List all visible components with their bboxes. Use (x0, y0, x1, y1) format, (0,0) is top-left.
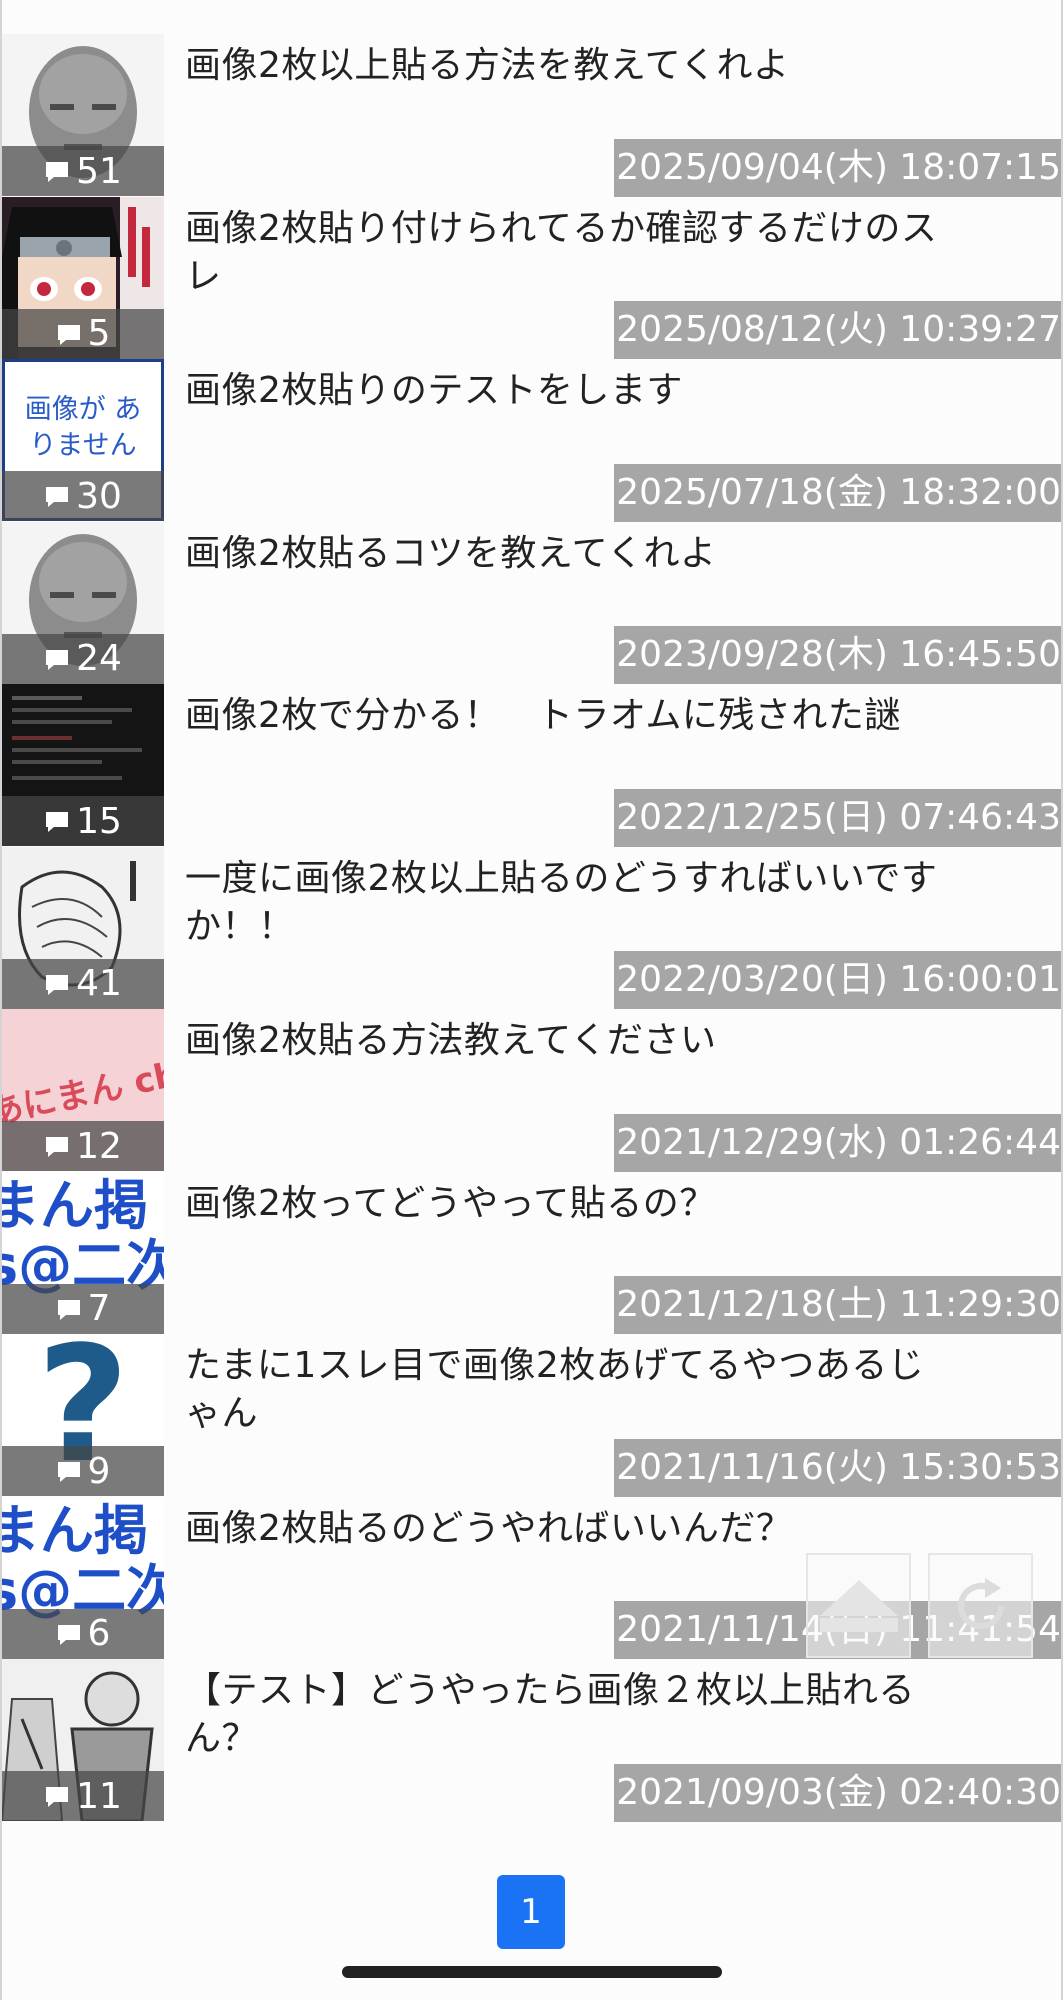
comment-bubble-icon (46, 649, 69, 670)
reply-count-badge: 5 (2, 308, 164, 359)
thread-thumbnail[interactable]: 24 (2, 521, 164, 684)
thread-title[interactable]: 画像2枚ってどうやって貼るの？ (185, 1180, 945, 1228)
reload-icon (957, 1577, 1004, 1629)
comment-bubble-icon (44, 973, 70, 995)
thread-item[interactable]: 画像が ありません 30 画像2枚貼りのテストをします 2025/07/18(金) 1… (0, 359, 1063, 522)
thread-thumbnail[interactable]: まん掲 s@二次 7 (2, 1171, 164, 1334)
reply-count-badge: 15 (2, 796, 164, 846)
thread-date: 2023/09/28(木) 16:45:50 (614, 626, 1061, 684)
thread-date: 2021/12/18(土) 11:29:30 (614, 1276, 1061, 1334)
thread-item[interactable]: まん掲 s@二次 7 画像2枚ってどうやって貼るの？ 2021/12/18(土) 11… (0, 1171, 1063, 1334)
thread-item[interactable]: 41 一度に画像2枚以上貼るのどうすればいいですか！！ 2022/03/20(日) … (0, 846, 1063, 1009)
thread-thumbnail[interactable]: 11 (2, 1659, 164, 1821)
comment-bubble-icon (56, 323, 82, 345)
thread-item[interactable]: 11 【テスト】どうやったら画像２枚以上貼れるん？ 2021/09/03(金) 02… (0, 1659, 1063, 1822)
reply-count: 15 (76, 800, 122, 842)
thread-list-page: 51 画像2枚以上貼る方法を教えてくれよ 2025/09/04(木) 18:07:1… (0, 0, 1063, 2000)
no-image-text: 画像が ありません (24, 394, 142, 461)
thread-date: 2021/12/29(水) 01:26:44 (614, 1113, 1061, 1172)
thread-item[interactable]: 24 画像2枚貼るコツを教えてくれよ 2023/09/28(木) 16:45:50 (0, 521, 1063, 684)
thread-item[interactable]: 15 画像2枚で分かる！ トラオムに残された謎 2022/12/25(日) 07:4… (0, 684, 1063, 847)
reply-count: 11 (76, 1775, 122, 1817)
thread-thumbnail[interactable]: 51 (2, 34, 164, 196)
thread-item[interactable]: ? 9 たまに1スレ目で画像2枚あげてるやつあるじゃん 2021/11/16(火) 1… (0, 1334, 1063, 1497)
reply-count: 30 (76, 475, 122, 517)
thread-item[interactable]: 5 画像2枚貼り付けられてるか確認するだけのスレ 2025/08/12(火) 10:… (0, 196, 1063, 359)
thread-date: 2025/07/18(金) 18:32:00 (614, 463, 1061, 522)
thread-title[interactable]: 一度に画像2枚以上貼るのどうすればいいですか！！ (185, 855, 945, 951)
thread-item[interactable]: あにまん ch 12 画像2枚貼る方法教えてください 2021/12/29(水) 01… (0, 1009, 1063, 1172)
comment-bubble-icon (46, 162, 69, 182)
reply-count: 6 (87, 1613, 111, 1654)
thread-title[interactable]: 画像2枚で分かる！ トラオムに残された謎 (185, 692, 945, 740)
reply-count: 12 (76, 1125, 122, 1167)
thread-thumbnail[interactable]: 5 (2, 196, 164, 359)
reply-count-badge: 9 (2, 1446, 164, 1496)
reply-count-badge: 12 (2, 1121, 164, 1171)
comment-bubble-icon (46, 487, 69, 507)
comment-bubble-icon (46, 974, 69, 995)
comment-bubble-icon (56, 1623, 82, 1645)
reply-count: 7 (87, 1288, 111, 1329)
thread-item[interactable]: 51 画像2枚以上貼る方法を教えてくれよ 2025/09/04(木) 18:07:1… (0, 34, 1063, 197)
thread-date: 2021/11/16(火) 15:30:53 (614, 1438, 1061, 1497)
thread-title[interactable]: 画像2枚貼るのどうやればいいんだ？ (185, 1505, 945, 1553)
banner-text: まん掲 s@二次 (2, 1498, 164, 1622)
thread-date: 2025/08/12(火) 10:39:27 (614, 301, 1061, 359)
reply-count-badge: 11 (2, 1771, 164, 1821)
comment-bubble-icon (56, 1298, 82, 1320)
thread-title[interactable]: 画像2枚貼る方法教えてください (185, 1017, 945, 1065)
reply-count: 51 (76, 150, 122, 192)
thread-title[interactable]: 画像2枚以上貼る方法を教えてくれよ (185, 42, 945, 90)
comment-bubble-icon (46, 812, 69, 832)
comment-bubble-icon (57, 1624, 80, 1645)
comment-bubble-icon (57, 1462, 80, 1482)
comment-bubble-icon (44, 648, 70, 670)
thread-date: 2025/09/04(木) 18:07:15 (614, 138, 1061, 197)
comment-bubble-icon (46, 1137, 69, 1157)
thread-date: 2021/09/03(金) 02:40:30 (614, 1763, 1061, 1822)
thread-title[interactable]: たまに1スレ目で画像2枚あげてるやつあるじゃん (185, 1342, 945, 1438)
thread-title[interactable]: 画像2枚貼り付けられてるか確認するだけのスレ (185, 205, 945, 301)
comment-bubble-icon (57, 324, 80, 345)
reply-count-badge: 6 (2, 1608, 164, 1659)
comment-bubble-icon (44, 810, 70, 832)
comment-bubble-icon (46, 1787, 69, 1807)
reply-count: 24 (76, 638, 122, 679)
thread-thumbnail[interactable]: まん掲 s@二次 6 (2, 1496, 164, 1659)
banner-text: まん掲 s@二次 (2, 1173, 164, 1297)
reply-count: 41 (76, 963, 122, 1004)
thread-thumbnail[interactable]: あにまん ch 12 (2, 1009, 164, 1171)
reply-count-badge: 41 (2, 958, 164, 1009)
comment-bubble-icon (44, 1785, 70, 1807)
reload-button[interactable] (928, 1553, 1033, 1658)
reply-count-badge: 51 (2, 146, 164, 196)
thread-date: 2022/12/25(日) 07:46:43 (614, 788, 1061, 847)
thread-thumbnail[interactable]: 15 (2, 684, 164, 846)
reply-count: 9 (87, 1450, 111, 1492)
reply-count-badge: 30 (2, 471, 164, 521)
home-indicator (342, 1966, 722, 1978)
thread-thumbnail[interactable]: 41 (2, 846, 164, 1009)
comment-bubble-icon (44, 485, 70, 507)
thread-title[interactable]: 画像2枚貼りのテストをします (185, 367, 945, 415)
thread-thumbnail[interactable]: 画像が ありません 30 (2, 359, 164, 521)
thread-date: 2022/03/20(日) 16:00:01 (614, 951, 1061, 1009)
thread-title[interactable]: 画像2枚貼るコツを教えてくれよ (185, 530, 945, 578)
comment-bubble-icon (44, 1135, 70, 1157)
comment-bubble-icon (44, 160, 70, 182)
comment-bubble-icon (57, 1299, 80, 1320)
comment-bubble-icon (56, 1460, 82, 1482)
thread-title[interactable]: 【テスト】どうやったら画像２枚以上貼れるん？ (185, 1667, 945, 1763)
page-1-button[interactable]: 1 (497, 1875, 565, 1949)
home-up-icon (819, 1579, 898, 1632)
scroll-to-top-button[interactable] (806, 1553, 911, 1658)
reply-count: 5 (87, 313, 111, 354)
reply-count-badge: 24 (2, 633, 164, 684)
reply-count-badge: 7 (2, 1283, 164, 1334)
thread-thumbnail[interactable]: ? 9 (2, 1334, 164, 1496)
